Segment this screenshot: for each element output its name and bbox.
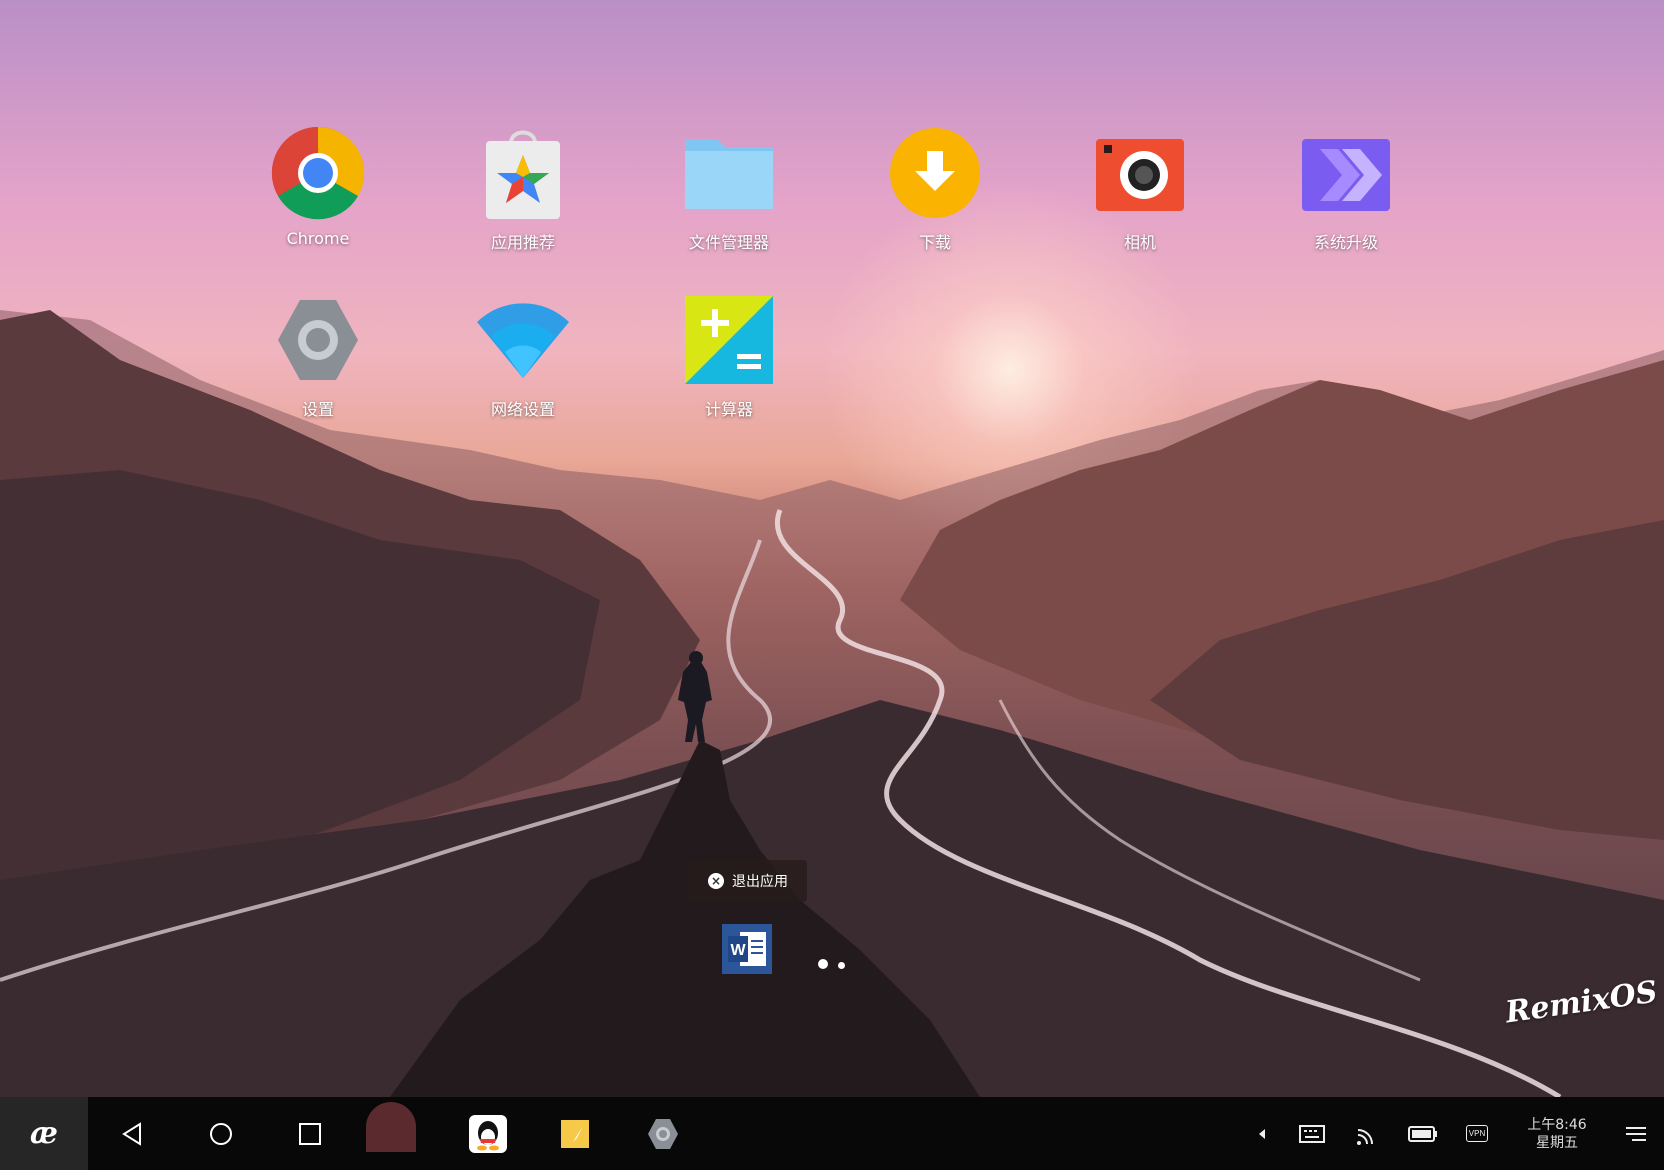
app-settings[interactable]: 设置 xyxy=(243,292,393,420)
word-icon[interactable]: W xyxy=(720,922,774,976)
app-label: 计算器 xyxy=(704,400,753,419)
start-button[interactable]: æ xyxy=(0,1097,88,1170)
system-update-icon xyxy=(1298,125,1394,221)
keyboard-icon[interactable] xyxy=(1296,1097,1328,1170)
avatar-app-icon[interactable] xyxy=(364,1097,418,1170)
arrow-left-icon[interactable] xyxy=(1252,1097,1272,1170)
app-store[interactable]: 应用推荐 xyxy=(448,125,598,253)
desktop: Chrome 应用推荐 文件管理器 下载 相机 系统升级 设置 网络设置 计算器… xyxy=(0,0,1664,1097)
app-label: 文件管理器 xyxy=(688,233,769,252)
menu-icon[interactable] xyxy=(1620,1097,1652,1170)
svg-text:W: W xyxy=(730,942,746,959)
app-system-update[interactable]: 系统升级 xyxy=(1271,125,1421,253)
page-indicator xyxy=(818,954,850,973)
download-icon xyxy=(887,125,983,221)
back-icon[interactable] xyxy=(108,1097,158,1170)
taskbar: æ VPN 上午8:46 星期五 xyxy=(0,1097,1664,1170)
clock-time: 上午8:46 xyxy=(1527,1116,1587,1133)
exit-app-tooltip[interactable]: × 退出应用 xyxy=(689,860,807,902)
settings-icon xyxy=(270,292,366,388)
app-network-settings[interactable]: 网络设置 xyxy=(448,292,598,420)
page-dot-active xyxy=(818,959,828,969)
clock-day: 星期五 xyxy=(1536,1134,1578,1151)
camera-icon xyxy=(1092,125,1188,221)
chrome-icon xyxy=(270,125,366,221)
app-label: Chrome xyxy=(286,229,350,248)
app-download[interactable]: 下载 xyxy=(860,125,1010,253)
settings-gear-icon[interactable] xyxy=(638,1097,688,1170)
app-store-icon xyxy=(475,125,571,221)
app-chrome[interactable]: Chrome xyxy=(243,125,393,248)
app-label: 网络设置 xyxy=(490,400,555,419)
wifi-icon xyxy=(475,292,571,388)
app-label: 下载 xyxy=(918,233,951,252)
qq-icon[interactable] xyxy=(463,1097,513,1170)
app-label: 系统升级 xyxy=(1313,233,1378,252)
app-camera[interactable]: 相机 xyxy=(1065,125,1215,253)
app-calculator[interactable]: 计算器 xyxy=(654,292,804,420)
cast-icon[interactable] xyxy=(1352,1097,1382,1170)
vpn-icon[interactable]: VPN xyxy=(1462,1097,1492,1170)
notes-icon[interactable] xyxy=(550,1097,600,1170)
home-icon[interactable] xyxy=(196,1097,246,1170)
battery-icon[interactable] xyxy=(1406,1097,1440,1170)
close-icon: × xyxy=(708,873,724,889)
calculator-icon xyxy=(681,292,777,388)
page-dot xyxy=(838,962,846,969)
folder-icon xyxy=(681,125,777,221)
app-label: 设置 xyxy=(301,400,334,419)
exit-app-label: 退出应用 xyxy=(732,874,788,890)
app-label: 应用推荐 xyxy=(490,233,555,252)
app-label: 相机 xyxy=(1123,233,1156,252)
recents-icon[interactable] xyxy=(285,1097,335,1170)
app-file-manager[interactable]: 文件管理器 xyxy=(654,125,804,253)
clock[interactable]: 上午8:46 星期五 xyxy=(1518,1097,1596,1170)
